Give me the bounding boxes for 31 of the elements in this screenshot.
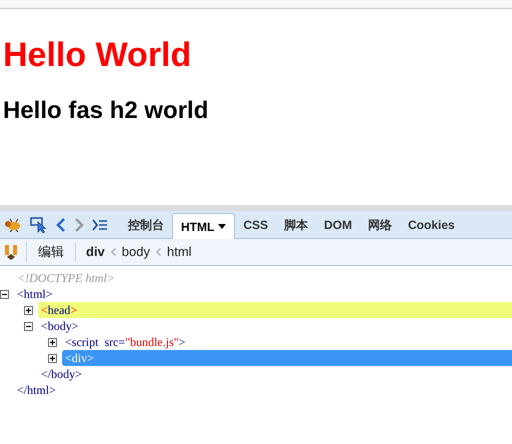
markup-tag[interactable]: <body> [38, 318, 512, 334]
panel-tab[interactable]: 控制台 [120, 212, 172, 238]
markup-tag[interactable]: </html> [14, 382, 512, 398]
expand-icon[interactable] [48, 354, 57, 362]
panel-tab[interactable]: 网络 [360, 212, 400, 238]
markup-tag[interactable]: </body> [38, 366, 512, 382]
markup-tag[interactable]: <script src="bundle.js"> [62, 334, 512, 350]
panel-tab[interactable]: Cookies [400, 212, 463, 238]
layout-icon[interactable] [4, 244, 18, 260]
panel-tab[interactable]: CSS [235, 212, 276, 238]
panel-tab[interactable]: DOM [316, 212, 360, 238]
breadcrumb-link[interactable]: div [86, 242, 105, 262]
breadcrumb-link[interactable]: html [167, 242, 192, 262]
command-line-icon[interactable] [92, 219, 108, 231]
inspect-pointer-icon[interactable] [30, 217, 48, 233]
collapse-icon[interactable] [0, 290, 9, 298]
markup-tag[interactable]: <html> [14, 286, 512, 302]
edit-button[interactable]: 编辑 [27, 241, 75, 263]
bug-icon[interactable] [4, 218, 22, 232]
panel-tab[interactable]: 脚本 [276, 212, 316, 238]
doctype-line: <!DOCTYPE html> [16, 270, 116, 286]
breadcrumb-link[interactable]: body [122, 242, 150, 262]
page-heading: Hello World [3, 35, 192, 75]
chevron-icon [110, 248, 116, 256]
expand-icon[interactable] [24, 306, 33, 314]
chevron-icon [156, 248, 161, 256]
page-subheading: Hello fas h2 world [3, 97, 208, 125]
markup-tag[interactable]: <head> [38, 302, 512, 318]
collapse-icon[interactable] [24, 322, 33, 330]
panel-tab[interactable]: HTML [172, 213, 236, 239]
expand-icon[interactable] [48, 338, 57, 346]
